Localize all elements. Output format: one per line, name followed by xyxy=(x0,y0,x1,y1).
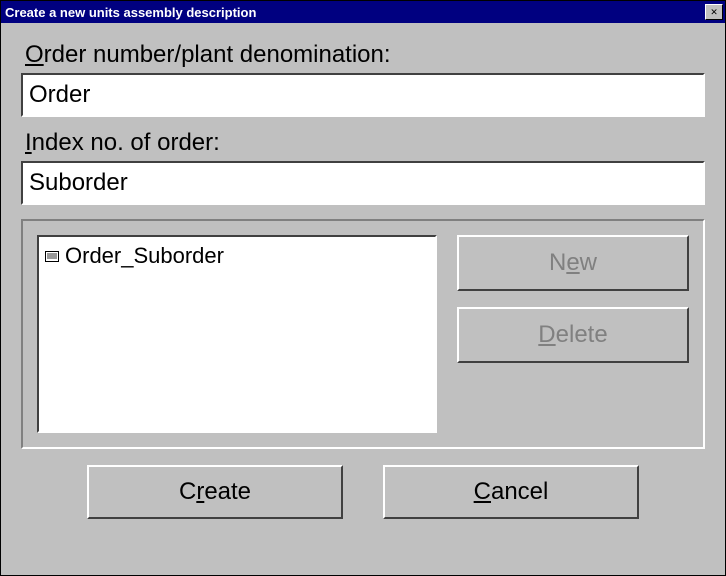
order-input[interactable] xyxy=(21,73,705,117)
delete-button-label: Delete xyxy=(538,321,607,349)
client-area: Order number/plant denomination: Index n… xyxy=(1,23,725,575)
index-label: Index no. of order: xyxy=(25,129,705,157)
cancel-button-label: Cancel xyxy=(474,478,549,506)
dialog-window: Create a new units assembly description … xyxy=(0,0,726,576)
bottom-buttons: Create Cancel xyxy=(21,465,705,519)
document-icon xyxy=(45,251,59,262)
list-panel: Order_Suborder New Delete xyxy=(21,219,705,449)
index-label-accel: I xyxy=(25,129,32,156)
cancel-button[interactable]: Cancel xyxy=(383,465,639,519)
titlebar: Create a new units assembly description … xyxy=(1,1,725,23)
list-item[interactable]: Order_Suborder xyxy=(45,243,429,269)
index-label-rest: ndex no. of order: xyxy=(32,129,220,156)
new-button[interactable]: New xyxy=(457,235,689,291)
new-button-label: New xyxy=(549,249,597,277)
close-button[interactable]: ✕ xyxy=(705,4,723,20)
close-icon: ✕ xyxy=(711,5,718,19)
side-buttons: New Delete xyxy=(457,235,689,433)
order-listbox[interactable]: Order_Suborder xyxy=(37,235,437,433)
create-button-label: Create xyxy=(179,478,251,506)
create-button[interactable]: Create xyxy=(87,465,343,519)
window-title: Create a new units assembly description xyxy=(5,5,256,20)
order-label-rest: rder number/plant denomination: xyxy=(44,41,391,68)
order-label-accel: O xyxy=(25,41,44,68)
index-input[interactable] xyxy=(21,161,705,205)
list-item-label: Order_Suborder xyxy=(65,243,224,269)
delete-button[interactable]: Delete xyxy=(457,307,689,363)
order-label: Order number/plant denomination: xyxy=(25,41,705,69)
